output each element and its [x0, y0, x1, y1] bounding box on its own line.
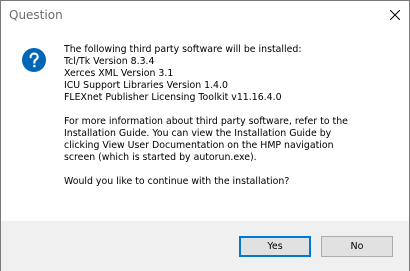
- message-text: The following third party software will …: [64, 44, 404, 188]
- component-item: FLEXnet Publisher Licensing Toolkit v11.…: [64, 92, 282, 103]
- no-button[interactable]: No: [321, 236, 393, 257]
- title-bar: Question: [1, 1, 409, 31]
- close-button[interactable]: [379, 1, 409, 29]
- intro-line: The following third party software will …: [64, 44, 302, 55]
- info-line: clicking View User Documentation on the …: [64, 140, 334, 151]
- component-item: ICU Support Libraries Version 1.4.0: [64, 80, 228, 91]
- info-line: screen (which is started by autorun.exe)…: [64, 152, 257, 163]
- dialog-title: Question: [9, 8, 63, 22]
- info-line: Installation Guide. You can view the Ins…: [64, 128, 332, 139]
- dialog-content: The following third party software will …: [1, 31, 409, 221]
- component-item: Tcl/Tk Version 8.3.4: [64, 56, 155, 67]
- button-bar: Yes No: [1, 221, 409, 271]
- close-icon: [390, 10, 400, 20]
- question-dialog: Question The following third party softw…: [0, 0, 410, 271]
- question-line: Would you like to continue with the inst…: [64, 176, 290, 187]
- info-line: For more information about third party s…: [64, 116, 348, 127]
- component-item: Xerces XML Version 3.1: [64, 68, 174, 79]
- question-icon: [22, 48, 46, 72]
- yes-button[interactable]: Yes: [239, 236, 311, 257]
